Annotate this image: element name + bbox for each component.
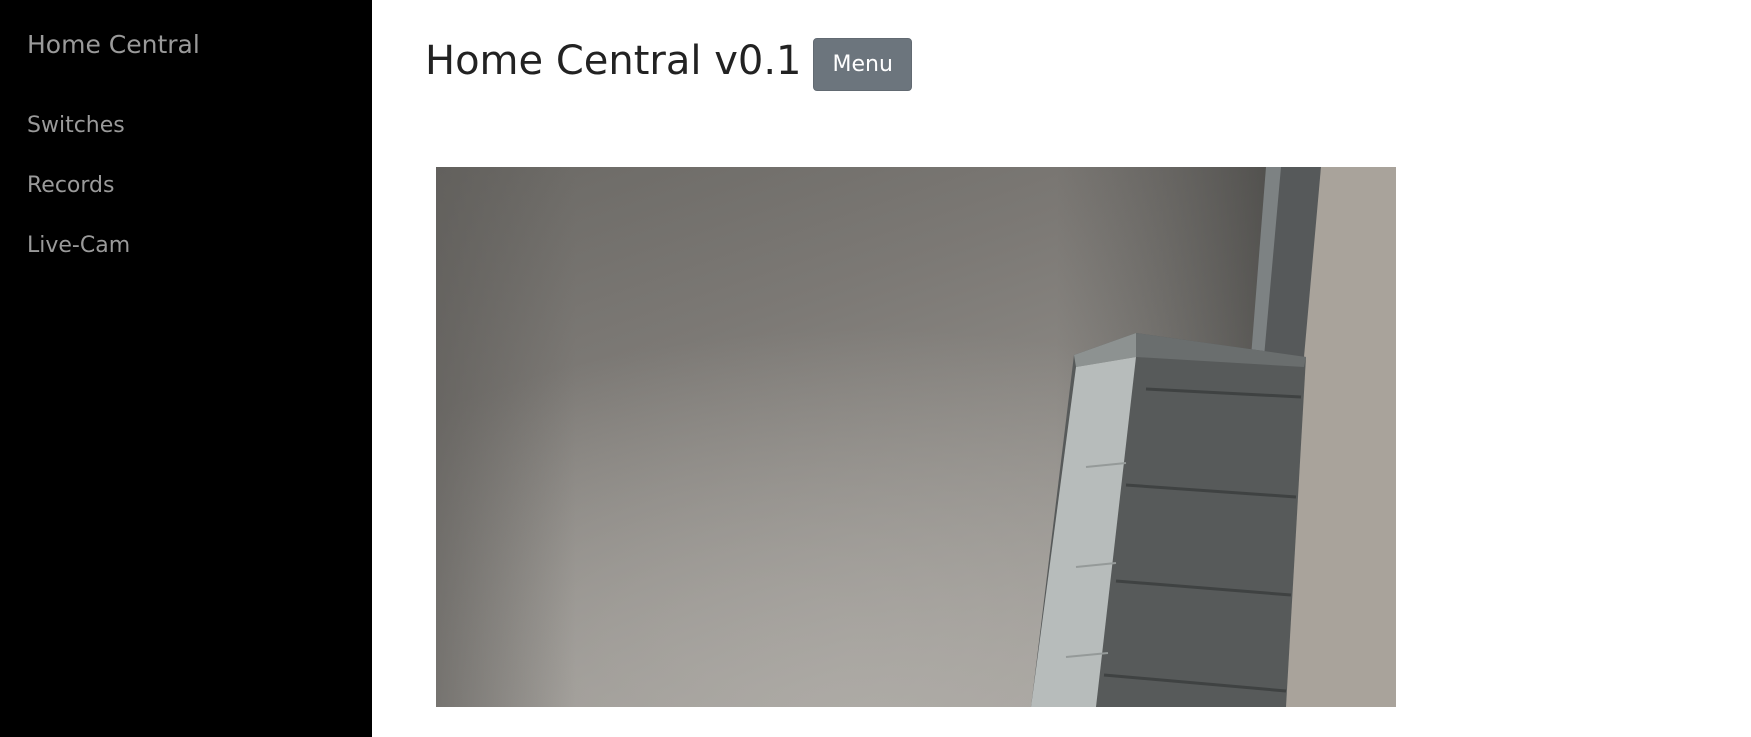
title-row: Home Central v0.1 Menu <box>425 30 912 91</box>
sidebar-item-live-cam: Live-Cam <box>27 228 130 288</box>
sidebar-link-switches[interactable]: Switches <box>27 108 130 144</box>
main-content: Home Central v0.1 Menu <box>372 0 1751 737</box>
live-cam-image <box>436 167 1396 707</box>
menu-button[interactable]: Menu <box>813 38 912 91</box>
live-cam-feed <box>436 167 1396 707</box>
sidebar-item-switches: Switches <box>27 108 130 168</box>
sidebar-brand-link[interactable]: Home Central <box>27 28 200 62</box>
sidebar: Home Central Switches Records Live-Cam <box>0 0 372 737</box>
sidebar-item-records: Records <box>27 168 130 228</box>
page-title: Home Central v0.1 <box>425 37 802 84</box>
sidebar-link-records[interactable]: Records <box>27 168 130 204</box>
sidebar-link-live-cam[interactable]: Live-Cam <box>27 228 130 264</box>
sidebar-nav: Switches Records Live-Cam <box>27 108 130 288</box>
